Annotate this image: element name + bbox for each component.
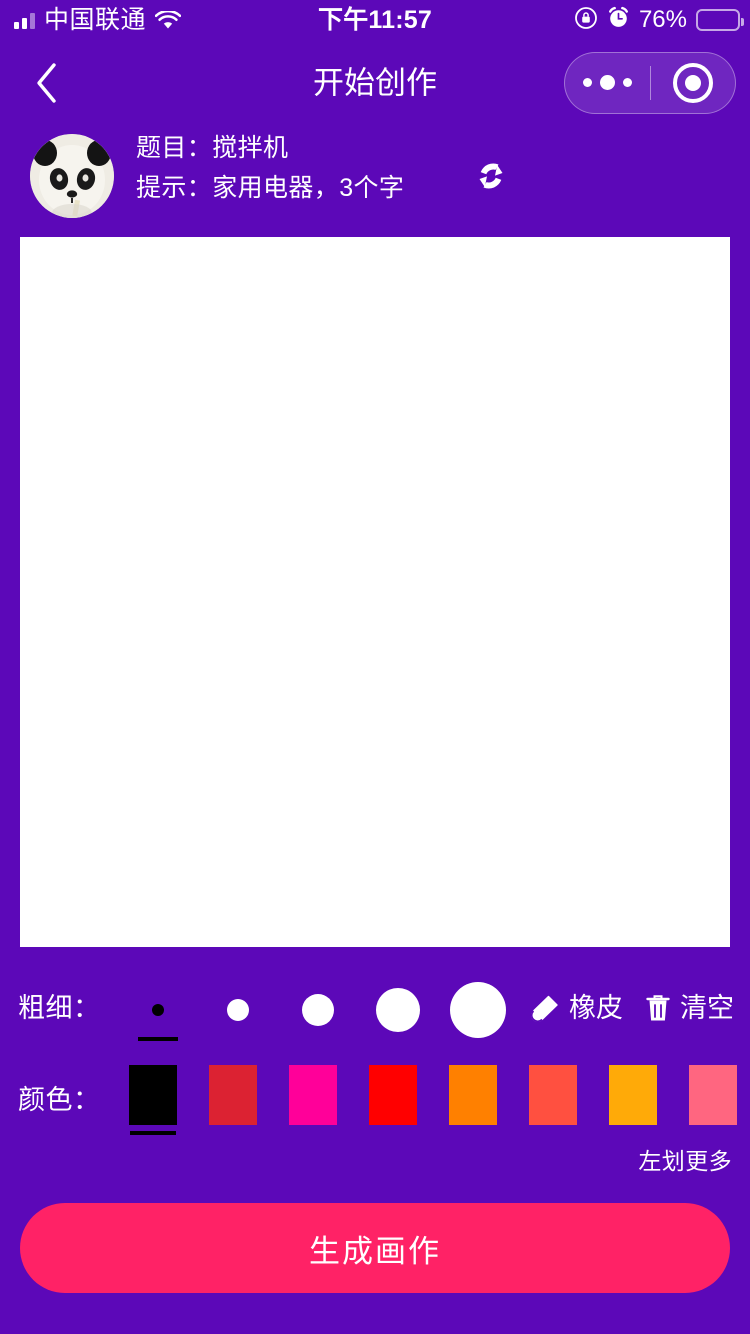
battery-percent-label: 76% [638,6,687,33]
thickness-5[interactable] [438,975,518,1045]
more-dots-icon[interactable] [565,75,650,90]
color-red[interactable] [353,1065,433,1137]
color-label: 颜色： [18,1085,101,1115]
task-hint: 提示：家用电器，3个字 [136,174,405,202]
color-chip [689,1065,737,1125]
color-chip [529,1065,577,1125]
miniprogram-capsule [564,51,736,114]
trash-icon [645,993,671,1023]
color-chip [449,1065,497,1125]
task-text-block: 题目：搅拌机 提示：家用电器，3个字 [136,128,404,208]
color-chip [289,1065,337,1125]
status-bar-right: 76% [574,6,744,35]
eraser-label: 橡皮 [569,992,623,1023]
task-subject: 题目：搅拌机 [136,134,289,162]
tool-actions: 橡皮 清空 [528,993,734,1023]
clear-label: 清空 [680,992,734,1023]
status-bar: 中国联通 下午11:57 76% [0,0,750,40]
refresh-swap-icon[interactable] [468,153,514,199]
thickness-4[interactable] [358,975,438,1045]
target-circle-icon[interactable] [651,62,736,103]
thickness-toolbar: 粗细： 橡皮 清空 [0,975,750,1045]
thickness-dot [152,1004,164,1016]
thickness-2[interactable] [198,975,278,1045]
color-amber[interactable] [593,1065,673,1137]
color-black[interactable] [113,1065,193,1137]
thickness-dot [376,988,420,1032]
color-magenta[interactable] [273,1065,353,1137]
swipe-more-hint: 左划更多 [638,1148,732,1174]
color-toolbar: 颜色： [0,1065,750,1137]
task-info: 题目：搅拌机 提示：家用电器，3个字 [0,128,750,228]
drawing-canvas[interactable] [20,237,730,947]
generate-artwork-button[interactable]: 生成画作 [20,1203,730,1293]
color-chip [609,1065,657,1125]
color-chip [369,1065,417,1125]
thickness-options [118,975,518,1045]
color-tomato[interactable] [513,1065,593,1137]
panda-avatar [30,134,114,218]
eraser-button[interactable]: 橡皮 [528,993,623,1023]
thickness-dot [227,999,249,1021]
color-chip [129,1065,177,1125]
thickness-1[interactable] [118,975,198,1045]
color-crimson[interactable] [193,1065,273,1137]
color-salmon[interactable] [673,1065,750,1137]
rotation-lock-icon [574,6,598,35]
thickness-dot [450,982,506,1038]
color-orange[interactable] [433,1065,513,1137]
navigation-bar: 开始创作 [0,40,750,125]
alarm-clock-icon [607,6,630,34]
battery-icon [696,9,744,31]
eraser-icon [528,993,560,1023]
clear-button[interactable]: 清空 [645,993,734,1023]
color-chip [209,1065,257,1125]
thickness-dot [302,994,334,1026]
thickness-label: 粗细： [18,993,101,1023]
color-swatches [113,1065,750,1137]
thickness-3[interactable] [278,975,358,1045]
